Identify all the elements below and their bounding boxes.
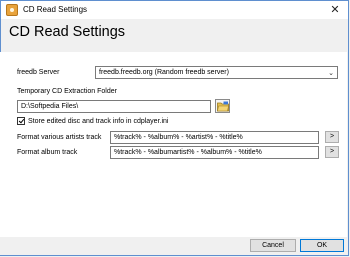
temp-folder-label: Temporary CD Extraction Folder xyxy=(17,88,117,95)
page-title: CD Read Settings xyxy=(9,24,126,40)
various-artists-format-button[interactable]: > xyxy=(325,131,339,143)
cd-app-icon xyxy=(6,4,18,16)
temp-folder-input[interactable]: D:\Softpedia Files\ xyxy=(17,100,211,113)
close-icon[interactable]: ✕ xyxy=(328,3,342,17)
various-artists-format-label: Format various artists track xyxy=(17,134,102,141)
folder-browse-button[interactable] xyxy=(215,99,230,113)
freedb-server-label: freedb Server xyxy=(17,69,60,76)
album-track-format-value: %track% - %albumartist% - %album% - %tit… xyxy=(114,149,262,156)
temp-folder-value: D:\Softpedia Files\ xyxy=(21,103,79,110)
ok-button[interactable]: OK xyxy=(300,239,344,252)
various-artists-format-input[interactable]: %track% - %album% - %artist% - %title% xyxy=(110,131,319,144)
freedb-server-value: freedb.freedb.org (Random freedb server) xyxy=(99,69,229,76)
album-track-format-input[interactable]: %track% - %albumartist% - %album% - %tit… xyxy=(110,146,319,159)
store-info-checkbox[interactable] xyxy=(17,117,25,125)
title-bar: CD Read Settings ✕ xyxy=(1,1,348,19)
folder-browse-icon xyxy=(217,101,229,112)
chevron-down-icon: ⌄ xyxy=(328,70,334,77)
album-track-format-label: Format album track xyxy=(17,149,78,156)
album-track-format-button[interactable]: > xyxy=(325,146,339,158)
store-info-label: Store edited disc and track info in cdpl… xyxy=(28,118,169,125)
settings-panel xyxy=(0,52,347,237)
cancel-button[interactable]: Cancel xyxy=(250,239,296,252)
freedb-server-select[interactable]: freedb.freedb.org (Random freedb server)… xyxy=(95,66,338,79)
window-title: CD Read Settings xyxy=(23,5,88,14)
various-artists-format-value: %track% - %album% - %artist% - %title% xyxy=(114,134,243,141)
